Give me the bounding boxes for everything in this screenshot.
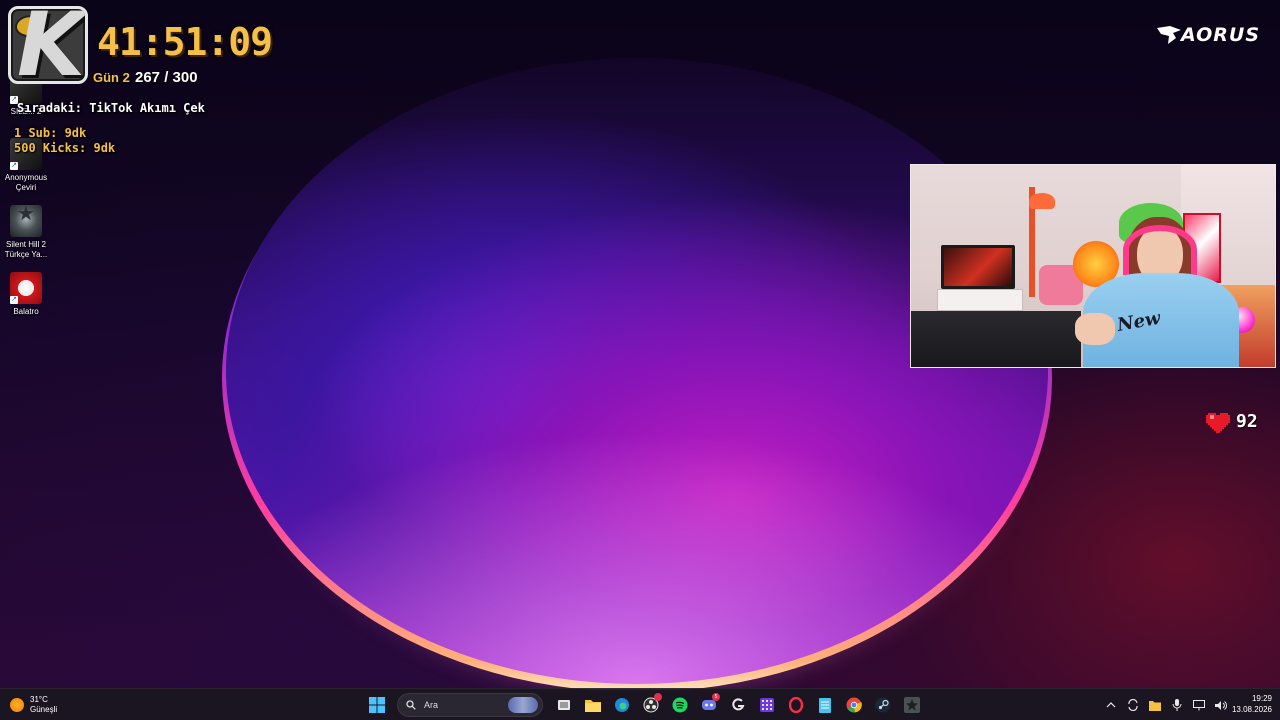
discord-badge: 5 [712,693,720,701]
game-icon [903,697,920,713]
weather-widget[interactable]: 31°C Güneşli [10,693,57,717]
search-placeholder: Ara [424,700,439,710]
task-view-icon [557,700,570,710]
task-view-button[interactable] [551,691,576,719]
notepad-button[interactable] [812,691,837,719]
calculator-button[interactable] [754,691,779,719]
notification-dot-icon [654,693,662,701]
folder-icon [1149,700,1161,711]
taskbar-clock[interactable]: 19:29 13.08.2026 [1222,693,1272,715]
logitech-g-button[interactable] [725,691,750,719]
windows-start-icon [368,697,385,713]
desktop-icon-label: Balatro [13,307,39,316]
weather-desc: Güneşli [30,705,58,714]
shortcut-arrow-icon: ↗ [10,296,18,304]
webcam-feed: New [910,164,1276,368]
clock-time: 19:29 [1251,694,1272,703]
steam-button[interactable] [870,691,895,719]
shortcut-arrow-icon: ↗ [10,162,18,170]
taskbar-apps: Ara 5 [364,691,924,719]
game-button[interactable] [899,691,924,719]
clock-date: 13.08.2026 [1231,705,1272,714]
weather-temp: 31°C [30,695,48,704]
edge-icon [614,698,629,712]
spotify-icon [672,697,687,713]
microphone-icon [1172,699,1182,711]
taskbar: 31°C Güneşli Ara 5 19:29 13.08.2026 [0,688,1280,720]
sun-icon [10,698,24,712]
notepad-icon [818,698,831,713]
file-explorer-icon [584,700,601,712]
obs-button[interactable] [638,691,663,719]
start-button[interactable] [364,691,389,719]
next-goal-label: Sıradaki: TikTok Akımı Çek [17,101,205,115]
desktop-icon-label: Anonymous Çeviri [4,173,48,192]
calculator-icon [759,698,774,712]
monitor-icon [1193,699,1205,710]
balatro-icon: ↗ [10,272,42,304]
desktop-icon-balatro[interactable]: ↗ Balatro [0,272,52,317]
search-highlight-icon [508,697,538,713]
edge-button[interactable] [609,691,634,719]
channel-logo-icon: K [8,6,88,84]
logitech-g-icon [731,698,744,711]
opera-gx-button[interactable] [783,691,808,719]
tray-folder-button[interactable] [1146,691,1164,719]
tray-display-button[interactable] [1190,691,1208,719]
tray-microphone-button[interactable] [1168,691,1186,719]
subathon-timer: 41:51:09 [97,20,273,64]
taskbar-search[interactable]: Ara [397,693,543,717]
spotify-button[interactable] [667,691,692,719]
chrome-icon [846,697,862,713]
sync-icon [1128,699,1138,711]
kicks-rate-label: 500 Kicks: 9dk [14,141,116,155]
desktop-icon-silent-hill-2-turkce[interactable]: Silent Hill 2 Türkçe Ya... [0,205,52,260]
tray-overflow-button[interactable] [1102,691,1120,719]
opera-gx-icon [788,697,803,713]
search-icon [406,700,416,710]
wallpaper-orb [226,58,1048,684]
heart-icon [1206,413,1230,433]
hearts-counter: 92 [1206,410,1258,434]
chrome-button[interactable] [841,691,866,719]
chevron-up-icon [1106,702,1116,708]
silent-hill-2-turkish-icon [10,205,42,237]
sub-rate-label: 1 Sub: 9dk [14,126,87,140]
system-tray [1102,691,1230,719]
desktop-icon-label: Silent Hill 2 Türkçe Ya... [4,240,48,259]
aorus-brand-logo: AORUS [1180,24,1260,46]
day-label: Gün 2 [93,70,130,85]
goal-counter: 267 / 300 [135,69,198,86]
discord-button[interactable]: 5 [696,691,721,719]
steam-icon [875,697,890,713]
tray-sync-button[interactable] [1124,691,1142,719]
hearts-count: 92 [1236,411,1258,432]
file-explorer-button[interactable] [580,691,605,719]
